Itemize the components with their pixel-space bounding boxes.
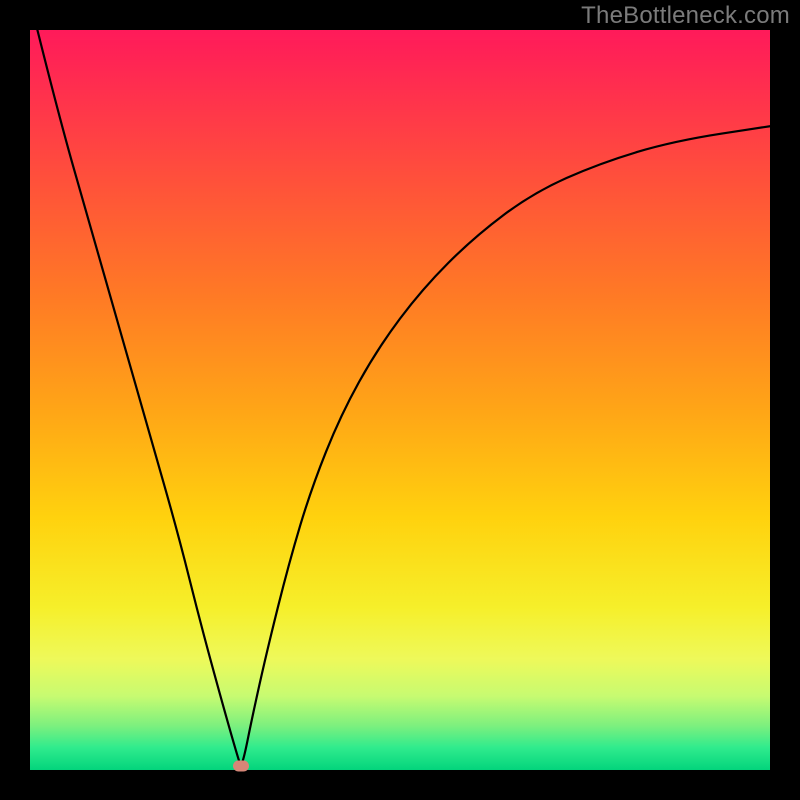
watermark: TheBottleneck.com [581, 2, 790, 30]
chart-plot-area [30, 30, 770, 770]
bottleneck-curve [30, 30, 770, 770]
minimum-marker [233, 761, 249, 772]
